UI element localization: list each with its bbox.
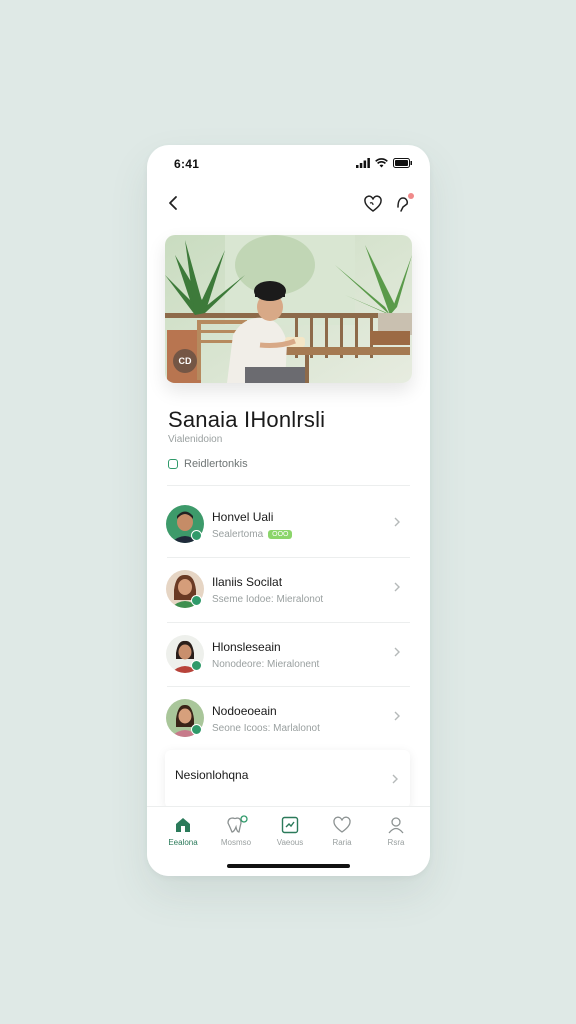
tooth-icon [227,815,248,833]
list-item-subtitle: Sealertoma OOO [212,529,293,540]
home-icon [176,818,190,832]
verified-badge-icon [191,724,202,735]
list-item[interactable]: Ilaniis Socilat Sseme Iodoe: Mieralonot [165,558,412,620]
chevron-right-icon [394,711,400,721]
tab-home[interactable]: Eealona [158,815,208,855]
chevron-right-icon [394,582,400,592]
list-item-title: Honvel Uali [212,510,274,524]
verified-badge-icon [191,660,202,671]
system-icons [356,158,413,168]
list-item-subtitle-text: Seone Icoos: Marlalonot [212,723,320,734]
divider [167,485,410,486]
tab-dental[interactable]: Mosmso [211,815,261,855]
hero-media-badge[interactable]: CD [173,349,197,373]
chevron-right-icon [394,647,400,657]
tab-favorites[interactable]: Raria [317,815,367,855]
list-item[interactable]: Honvel Uali Sealertoma OOO [165,493,412,555]
notification-button[interactable] [392,193,414,215]
battery-icon [393,158,412,168]
tab-profile[interactable]: Rsra [371,815,421,855]
home-indicator[interactable] [227,864,350,868]
notification-dot [408,193,414,199]
list-item-subtitle: Nonodeore: Mieralonent [212,659,319,670]
verified-badge-icon [191,530,202,541]
profile-name: Sanaia IHonlrsli [168,407,326,432]
favorite-heart-icon[interactable] [362,193,384,215]
tagline-text: Reidlertonkis [184,458,248,470]
verified-badge-icon [191,595,202,606]
phone-screen: 6:41 CD Sanaia IHonlrsli Vialenidoion Re… [147,145,430,876]
chart-icon [281,816,299,834]
list-item-subtitle: Seone Icoos: Marlalonot [212,723,320,734]
tab-favorites-label: Raria [332,838,352,847]
list-item-subtitle-text: Nonodeore: Mieralonent [212,659,320,670]
chevron-right-icon [394,517,400,527]
profile-icon [388,817,404,834]
list-item-subtitle-text: Sseme Iodoe: Mieralonot [212,594,324,605]
section-card-row[interactable]: Nesionlohqna [165,750,410,808]
list-item-subtitle-text: Sealertoma [212,529,264,540]
list-item-subtitle: Sseme Iodoe: Mieralonot [212,594,323,605]
wifi-icon [375,158,388,168]
hero-scene-image [165,235,412,383]
status-pill: OOO [268,530,293,539]
top-nav [147,190,430,218]
list-item[interactable]: Nodoeoeain Seone Icoos: Marlalonot [165,687,412,749]
profile-subtitle: Vialenidoion [168,434,223,445]
heart-icon [333,816,351,833]
section-card-label: Nesionlohqna [175,768,249,782]
profile-tagline: Reidlertonkis [168,458,248,470]
status-time: 6:41 [174,157,200,171]
list-item-title: Ilaniis Socilat [212,575,283,589]
list-item[interactable]: Hlonsleseain Nonodeore: Mieralonent [165,623,412,685]
tab-stats-label: Vaeous [276,838,304,847]
back-arrow-icon[interactable] [163,192,185,214]
tab-dental-label: Mosmso [220,838,252,847]
tagline-icon [168,459,178,469]
tab-home-label: Eealona [168,838,198,847]
hero-photo: CD [165,235,412,383]
list-item-title: Nodoeoeain [212,704,277,718]
tab-profile-label: Rsra [387,838,405,847]
tab-stats[interactable]: Vaeous [265,815,315,855]
list-item-title: Hlonsleseain [212,640,281,654]
signal-icon [356,158,370,168]
status-bar: 6:41 [147,145,430,181]
bottom-tab-bar: Eealona Mosmso Vaeous Raria Rsra [147,806,430,876]
chevron-right-icon [392,774,398,784]
